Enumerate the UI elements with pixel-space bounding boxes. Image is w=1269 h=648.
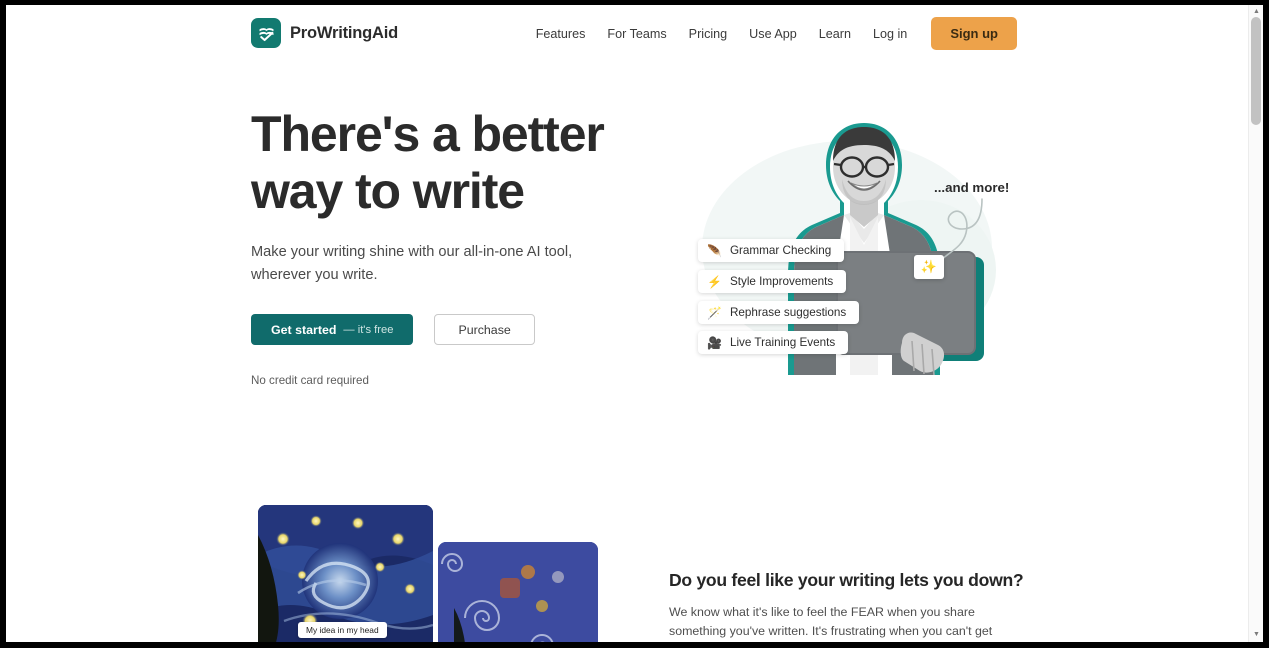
main-nav: Features For Teams Pricing Use App Learn… — [525, 17, 1017, 50]
site-header: ProWritingAid Features For Teams Pricing… — [6, 5, 1248, 61]
no-credit-card-note: No credit card required — [251, 374, 369, 387]
vertical-scrollbar[interactable]: ▲ ▼ — [1248, 5, 1263, 642]
hero-title-line-2: way to write — [251, 163, 525, 219]
nav-link-for-teams[interactable]: For Teams — [596, 18, 677, 50]
and-more-callout: ...and more! — [934, 180, 1010, 195]
hero-copy: There's a better way to write Make your … — [251, 106, 651, 387]
lower-section-copy: Do you feel like your writing lets you d… — [669, 570, 1024, 642]
lightning-icon: ⚡ — [707, 274, 722, 289]
book-check-icon — [251, 18, 281, 48]
feature-chip-label: Style Improvements — [729, 275, 834, 288]
sign-up-button[interactable]: Sign up — [931, 17, 1017, 50]
feature-chip-label: Rephrase suggestions — [729, 306, 847, 319]
feature-chip: 🎥 Live Training Events — [698, 331, 849, 354]
page-viewport: ProWritingAid Features For Teams Pricing… — [6, 5, 1263, 642]
brand-name: ProWritingAid — [290, 23, 399, 42]
page-title: There's a better way to write — [251, 106, 651, 220]
nav-link-log-in[interactable]: Log in — [862, 18, 918, 50]
sparkles-icon: ✨ — [920, 259, 938, 274]
feature-chip-label: Grammar Checking — [729, 244, 832, 257]
nav-link-features[interactable]: Features — [525, 18, 597, 50]
video-camera-icon: 🎥 — [707, 335, 722, 350]
feature-chip: ⚡ Style Improvements — [698, 270, 847, 293]
feature-chip: 🪶 Grammar Checking — [698, 239, 845, 262]
feature-chip-label: Live Training Events — [729, 336, 836, 349]
brand-logo[interactable]: ProWritingAid — [251, 18, 398, 48]
magic-wand-icon: 🪄 — [707, 305, 722, 320]
nav-link-learn[interactable]: Learn — [808, 18, 862, 50]
scrollbar-thumb[interactable] — [1251, 17, 1261, 125]
hero-title-line-1: There's a better — [251, 106, 605, 162]
hand-illustration — [900, 332, 945, 376]
get-started-button[interactable]: Get started — it's free — [251, 314, 414, 345]
purchase-button[interactable]: Purchase — [434, 314, 535, 345]
scroll-up-arrow-icon[interactable]: ▲ — [1252, 7, 1261, 16]
flat-starry-night-image — [438, 542, 598, 642]
hero-subtitle: Make your writing shine with our all-in-… — [251, 244, 573, 283]
scroll-down-arrow-icon[interactable]: ▼ — [1252, 630, 1261, 639]
get-started-label: Get started — [271, 322, 337, 337]
hero-cta-group: Get started — it's free Purchase — [251, 314, 651, 345]
get-started-sublabel: — it's free — [343, 323, 394, 336]
page-content: ProWritingAid Features For Teams Pricing… — [6, 5, 1248, 642]
sparkle-badge: ✨ — [914, 255, 944, 279]
feature-chip: 🪄 Rephrase suggestions — [698, 301, 860, 324]
section-body: We know what it's like to feel the FEAR … — [669, 605, 993, 638]
image-caption: My idea in my head — [298, 622, 387, 638]
nav-link-pricing[interactable]: Pricing — [678, 18, 739, 50]
browser-frame: ProWritingAid Features For Teams Pricing… — [0, 0, 1269, 648]
nav-link-use-app[interactable]: Use App — [738, 18, 808, 50]
section-heading: Do you feel like your writing lets you d… — [669, 570, 1024, 590]
feather-icon: 🪶 — [707, 243, 722, 258]
